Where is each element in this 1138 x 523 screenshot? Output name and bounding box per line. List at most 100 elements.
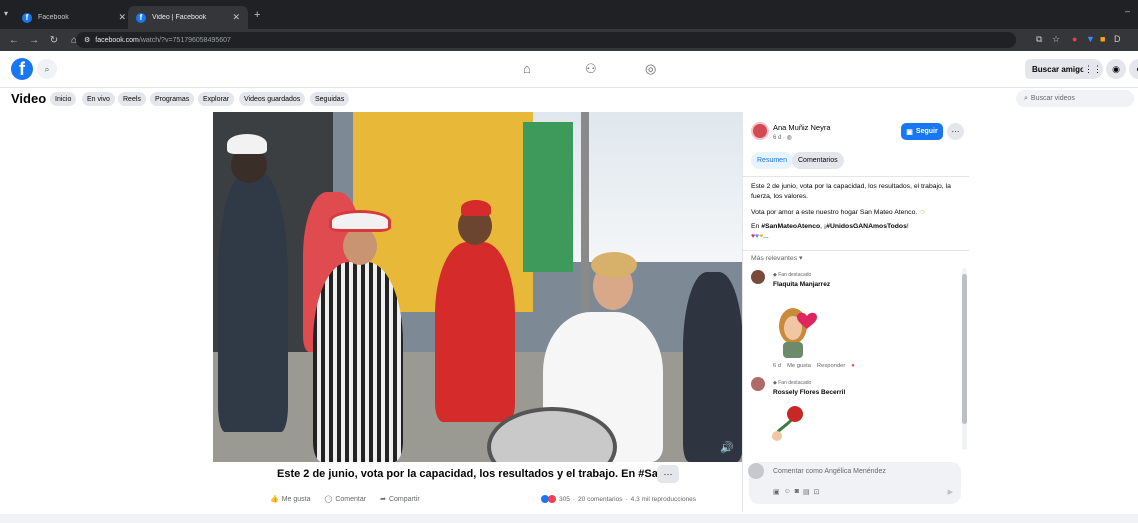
comment-meta: 6 d Me gusta Responder ●	[773, 363, 855, 369]
url-field[interactable]: ⚙ facebook.com/watch/?v=751796058495607	[76, 32, 1016, 48]
reload-icon[interactable]: ↻	[48, 35, 60, 46]
more-options-icon[interactable]: ···	[947, 123, 964, 140]
video-scene-person	[461, 200, 491, 216]
home-icon[interactable]: ⌂	[523, 61, 531, 76]
commenter-name[interactable]: Rossely Flores Becerril	[773, 389, 845, 396]
comment-sort-label: Más relevantes	[751, 255, 798, 262]
divider	[743, 176, 969, 177]
pill-videos-guardados[interactable]: Videos guardados	[239, 92, 306, 106]
video-search-input[interactable]: ⌕ Buscar videos	[1016, 90, 1134, 107]
forward-icon[interactable]: →	[28, 35, 40, 46]
fan-badge-label: Fan destacado	[778, 380, 812, 386]
like-button[interactable]: 👍 Me gusta	[270, 495, 311, 504]
page-title: Video	[11, 91, 47, 106]
menu-grid-icon[interactable]: ⋮⋮	[1083, 59, 1103, 79]
comment-sort[interactable]: Más relevantes ▾	[751, 254, 802, 262]
share-icon: ➦	[380, 496, 386, 503]
video-scene-person	[227, 134, 267, 154]
avatar[interactable]	[751, 122, 769, 140]
comment-button[interactable]: ◯ Comentar	[324, 495, 367, 504]
comment-count[interactable]: 20 comentarios	[578, 496, 622, 503]
comment-like-link[interactable]: Me gusta	[787, 363, 811, 369]
author-name[interactable]: Ana Muñiz Neyra	[773, 123, 831, 132]
extension-icon[interactable]: ●	[1072, 34, 1077, 44]
pill-en-vivo[interactable]: En vivo	[82, 92, 115, 106]
avatar-sticker-icon[interactable]: ⊡	[814, 488, 820, 496]
avatar[interactable]	[751, 270, 765, 284]
page-bottom-strip	[0, 514, 1138, 523]
video-scene-person	[329, 210, 391, 232]
tab-search-icon[interactable]: ▾	[4, 9, 8, 18]
extension-icon[interactable]: ▼	[1086, 34, 1095, 44]
comment-icon: ◯	[324, 496, 333, 503]
groups-icon[interactable]: ◎	[645, 61, 656, 77]
follow-label: Seguir	[915, 128, 938, 135]
pill-reels[interactable]: Reels	[118, 92, 146, 106]
sticker-icon[interactable]: ▣	[773, 488, 780, 496]
post-description-line: Este 2 de junio, vota por la capacidad, …	[751, 183, 951, 200]
love-reaction-icon	[548, 495, 556, 503]
gif-icon[interactable]: ▤	[803, 488, 810, 496]
volume-icon[interactable]: 🔊	[720, 441, 734, 454]
tab-title: Facebook	[38, 14, 69, 21]
facebook-logo-icon[interactable]: f	[11, 58, 33, 80]
back-icon[interactable]: ←	[8, 35, 20, 46]
browser-tab-facebook[interactable]: f Facebook ✕	[14, 6, 134, 29]
extension-icon[interactable]: ■	[1100, 34, 1105, 44]
comments-scrollbar[interactable]	[962, 268, 967, 450]
see-more-link[interactable]: ...	[763, 233, 769, 240]
new-tab-icon[interactable]: +	[254, 9, 260, 21]
facebook-top-nav: f ⌕ ⌂ ⚇ ◎ Buscar amigos ⋮⋮ ◉ ●	[0, 51, 1138, 88]
pill-inicio[interactable]: Inicio	[50, 92, 77, 106]
cast-icon[interactable]: ⧉	[1036, 34, 1042, 45]
scroll-thumb[interactable]	[962, 274, 967, 424]
video-title: Este 2 de junio, vota por la capacidad, …	[277, 468, 657, 480]
camera-icon[interactable]: ◙	[795, 488, 799, 496]
reaction-count[interactable]: 305	[559, 496, 570, 503]
hashtag-suffix: !	[906, 223, 909, 230]
fan-badge: ◆ Fan destacado	[773, 272, 812, 278]
comment-composer[interactable]: Comentar como Angélica Menéndez ▣ ☺ ◙ ▤ …	[748, 462, 961, 504]
friends-icon[interactable]: ⚇	[585, 61, 597, 77]
more-options-icon[interactable]: ···	[657, 465, 679, 483]
messenger-icon[interactable]: ◉	[1106, 59, 1126, 79]
view-count: 4,3 mil reproducciones	[630, 495, 697, 503]
minimize-icon[interactable]: –	[1125, 6, 1130, 16]
video-scene-person	[313, 262, 403, 462]
send-icon[interactable]: ▶	[948, 488, 953, 496]
search-icon[interactable]: ⌕	[37, 59, 57, 79]
facebook-favicon-icon: f	[22, 12, 32, 23]
search-icon: ⌕	[1024, 94, 1028, 102]
profile-icon[interactable]: D	[1114, 34, 1121, 44]
comment-input[interactable]: Comentar como Angélica Menéndez	[773, 468, 886, 475]
bookmark-star-icon[interactable]: ☆	[1052, 34, 1060, 45]
pill-seguidas[interactable]: Seguidas	[310, 92, 350, 106]
emoji-icon[interactable]: ☺	[784, 488, 791, 496]
video-scene-person	[591, 252, 637, 278]
sticker-image	[771, 406, 803, 441]
pill-explorar[interactable]: Explorar	[198, 92, 235, 106]
video-player[interactable]: 🔊	[213, 112, 742, 462]
commenter-name[interactable]: Flaquita Manjarrez	[773, 281, 830, 288]
post-hashtags: En #SanMateoAtenco, ¡#UnidosGANAmosTodos…	[751, 222, 965, 241]
url-path: /watch/?v=751796058495607	[138, 36, 231, 44]
follow-button[interactable]: ▣ Seguir	[901, 123, 943, 140]
comment-reply-link[interactable]: Responder	[817, 363, 845, 369]
share-button[interactable]: ➦ Compartir	[380, 495, 420, 504]
emoji-icon: ☺	[919, 209, 927, 216]
close-icon[interactable]: ✕	[118, 12, 126, 23]
site-info-icon[interactable]: ⚙	[84, 36, 90, 44]
post-time-label: 6 d ·	[773, 135, 786, 141]
close-icon[interactable]: ✕	[232, 12, 240, 23]
video-scene-person	[343, 227, 377, 265]
video-subnav: Video Inicio En vivo Reels Programas Exp…	[0, 88, 1138, 110]
notifications-icon[interactable]: ●	[1129, 59, 1138, 79]
pill-programas[interactable]: Programas	[150, 92, 195, 106]
love-reaction-icon: ●	[851, 363, 855, 369]
avatar[interactable]	[751, 377, 765, 391]
tab-resumen[interactable]: Resumen	[751, 152, 793, 169]
hashtag-link[interactable]: #UnidosGANAmosTodos	[826, 223, 907, 230]
tab-comentarios[interactable]: Comentarios	[792, 152, 844, 169]
browser-tab-video[interactable]: f Video | Facebook ✕	[128, 6, 248, 29]
hashtag-link[interactable]: #SanMateoAtenco	[761, 223, 820, 230]
